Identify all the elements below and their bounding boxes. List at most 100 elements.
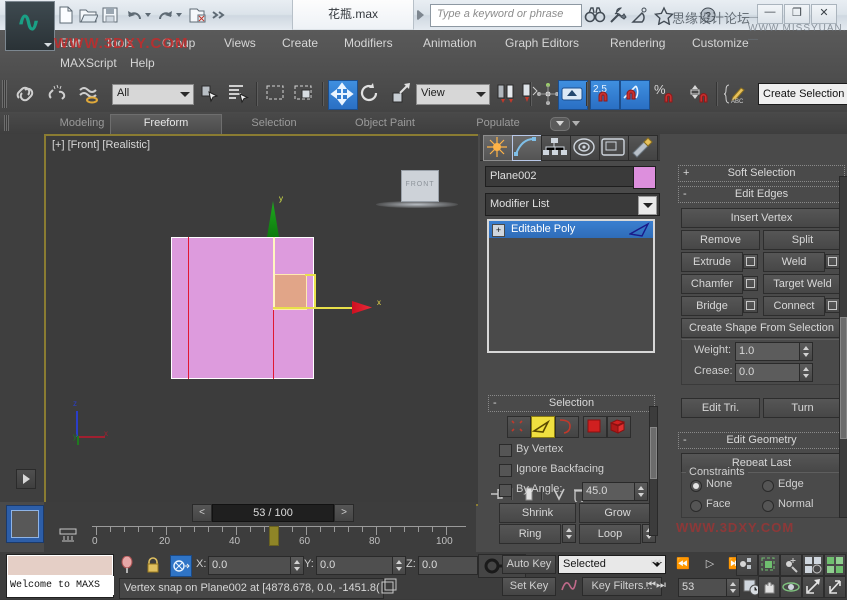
utilities-tab[interactable] (628, 135, 658, 161)
loop-button[interactable]: Loop (579, 524, 641, 544)
set-key-button[interactable]: Set Key (502, 577, 556, 596)
by-vertex-checkbox[interactable] (499, 444, 512, 457)
constraint-face-radio[interactable] (690, 500, 702, 512)
constraint-normal-radio[interactable] (762, 500, 774, 512)
previous-frame-button[interactable]: ⏪ (672, 557, 694, 570)
search-binoculars-icon[interactable] (584, 5, 606, 25)
adaptive-degradation-icon[interactable] (380, 578, 398, 597)
ring-spinner[interactable] (562, 524, 576, 543)
select-and-rotate-icon[interactable] (356, 80, 386, 110)
display-tab[interactable] (599, 135, 629, 161)
by-angle-spinner[interactable] (634, 482, 648, 501)
key-filters-curve-icon[interactable] (560, 576, 578, 594)
connect-button[interactable]: Connect (763, 296, 825, 316)
angle-snap-toggle-icon[interactable] (620, 80, 650, 110)
z-coordinate-input[interactable]: 0.0 (418, 556, 478, 575)
select-and-scale-icon[interactable] (388, 80, 418, 110)
ribbon-grip[interactable] (4, 115, 9, 131)
weight-input[interactable]: 1.0 (735, 342, 805, 361)
chamfer-button[interactable]: Chamfer (681, 274, 743, 294)
help-circle-icon[interactable]: ? (697, 5, 719, 25)
lock-selection-icon[interactable] (146, 556, 160, 574)
y-coordinate-input[interactable]: 0.0 (316, 556, 398, 575)
menu-tools[interactable]: Tools (105, 36, 133, 50)
edit-geometry-rollout-header[interactable]: - Edit Geometry (678, 432, 845, 449)
pan-view-button[interactable] (758, 576, 780, 598)
create-tab[interactable] (483, 135, 513, 161)
time-slider-frame-field[interactable]: 53 / 100 (212, 504, 334, 522)
modifier-list-arrow-icon[interactable] (638, 196, 657, 215)
soft-selection-rollout-header[interactable]: + Soft Selection (678, 165, 845, 182)
modifier-list-dropdown[interactable]: Modifier List (485, 193, 660, 216)
create-selection-set-input[interactable]: Create Selection (758, 83, 847, 105)
play-animation-button[interactable]: ▷ (699, 557, 721, 570)
open-mini-curve-editor-icon[interactable] (58, 528, 78, 544)
remove-button[interactable]: Remove (681, 230, 760, 250)
selection-rollout-header[interactable]: - Selection (488, 395, 655, 412)
qat-overflow-icon[interactable] (208, 5, 228, 25)
minimize-button[interactable]: — (757, 4, 783, 24)
x-spinner[interactable] (290, 556, 304, 575)
crease-spinner[interactable] (799, 363, 813, 382)
edit-tri-button[interactable]: Edit Tri. (681, 398, 760, 418)
gizmo-y-arrow-icon[interactable] (267, 201, 279, 237)
menu-customize[interactable]: Customize (692, 36, 749, 50)
key-mode-toggle-button[interactable]: ⏮⏭ (645, 579, 667, 592)
ribbon-minimize-icon[interactable] (550, 117, 570, 131)
time-slider-next-button[interactable]: > (334, 504, 354, 522)
weld-settings-icon[interactable] (825, 254, 840, 269)
save-file-icon[interactable] (100, 5, 120, 25)
ribbon-options-arrow-icon[interactable] (572, 121, 580, 126)
reference-coordinate-system-combo[interactable]: View (416, 84, 490, 105)
select-and-move-icon[interactable] (328, 80, 358, 110)
unlink-selection-icon[interactable] (44, 80, 74, 110)
workspace-wrench-icon[interactable] (607, 5, 629, 25)
time-slider-prev-button[interactable]: < (192, 504, 212, 522)
expand-panel-button[interactable] (16, 469, 36, 489)
object-name-input[interactable]: Plane002 (485, 166, 635, 187)
stack-expand-icon[interactable]: + (492, 224, 505, 237)
extrude-settings-icon[interactable] (743, 254, 758, 269)
border-level-button[interactable] (555, 416, 579, 438)
by-angle-checkbox[interactable] (499, 484, 512, 497)
open-file-icon[interactable] (78, 5, 98, 25)
vertex-level-button[interactable] (507, 416, 531, 438)
maximize-viewport-toggle-button[interactable] (824, 576, 846, 598)
menu-edit[interactable]: Edit (60, 36, 81, 50)
tab-populate[interactable]: Populate (448, 114, 548, 133)
menu-rendering[interactable]: Rendering (610, 36, 665, 50)
target-weld-button[interactable]: Target Weld (763, 274, 842, 294)
select-and-link-icon[interactable] (12, 80, 42, 110)
field-of-view-button[interactable] (824, 554, 846, 576)
maxscript-balloon-icon[interactable] (119, 556, 135, 574)
weld-button[interactable]: Weld (763, 252, 825, 272)
menu-animation[interactable]: Animation (423, 36, 476, 50)
satellite-dish-icon[interactable] (630, 5, 652, 25)
toolbar-grip[interactable] (2, 80, 7, 108)
constraint-none-radio[interactable] (690, 480, 702, 492)
go-to-start-button[interactable]: ⏮ (645, 557, 667, 570)
edge-level-button[interactable] (531, 416, 555, 438)
snaps-toggle-icon[interactable]: 2.5 (590, 80, 620, 110)
selection-filter-combo[interactable]: All (112, 84, 194, 105)
constraint-edge-radio[interactable] (762, 480, 774, 492)
view-cube[interactable]: FRONT (401, 170, 439, 202)
track-bar[interactable]: 0 20 40 60 80 100 (44, 524, 476, 552)
zoom-extents-button[interactable] (758, 554, 780, 576)
undo-dropdown-arrow-icon[interactable] (145, 13, 151, 17)
redo-icon[interactable] (155, 5, 175, 25)
connect-settings-icon[interactable] (825, 298, 840, 313)
select-by-name-icon[interactable] (224, 80, 254, 110)
tab-freeform[interactable]: Freeform (110, 114, 222, 134)
window-crossing-icon[interactable] (290, 80, 320, 110)
command-panel-scrollbar[interactable] (839, 176, 847, 518)
bind-to-space-warp-icon[interactable] (76, 80, 106, 110)
percent-snap-toggle-icon[interactable]: % (652, 80, 682, 110)
maxscript-mini-listener[interactable]: Welcome to MAXS (6, 554, 114, 598)
select-and-manipulate-icon[interactable] (558, 80, 588, 110)
menu-help[interactable]: Help (130, 56, 155, 70)
zoom-region-button[interactable] (802, 576, 824, 598)
insert-vertex-button[interactable]: Insert Vertex (681, 208, 842, 228)
create-shape-from-selection-button[interactable]: Create Shape From Selection (681, 318, 842, 338)
selection-rollout-scrollbar[interactable] (649, 406, 658, 536)
